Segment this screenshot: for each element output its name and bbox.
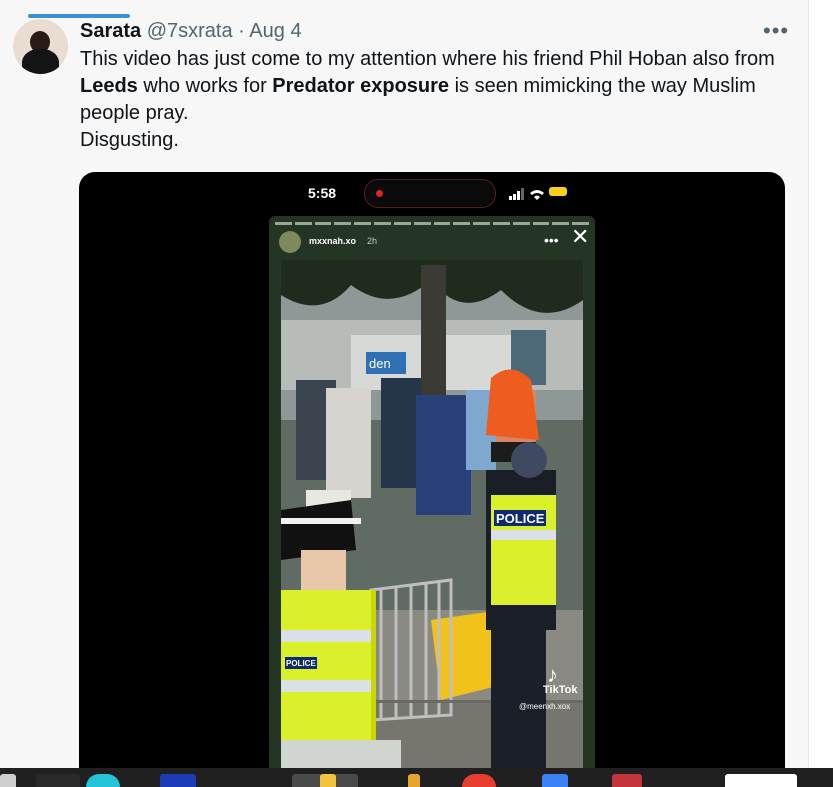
signal-icon [509, 188, 544, 200]
avatar[interactable] [13, 19, 68, 74]
taskbar-icon[interactable] [320, 774, 336, 787]
tweet-text-part: who works for [137, 75, 273, 97]
record-icon [376, 190, 383, 197]
svg-text:POLICE: POLICE [286, 659, 316, 668]
phone-time: 5:58 [308, 185, 337, 201]
more-icon[interactable]: ••• [763, 18, 789, 44]
scroll-indicator [28, 14, 130, 18]
tiktok-handle: @meenxh.xox [519, 702, 571, 711]
phone-status-bar: 5:58 [79, 172, 785, 214]
taskbar-icon[interactable] [462, 774, 496, 787]
svg-text:den: den [369, 356, 391, 371]
taskbar-icon[interactable] [86, 774, 120, 787]
tweet-text-part: This video has just come to my attention… [80, 48, 775, 70]
taskbar-icon[interactable] [725, 774, 797, 787]
taskbar-icon[interactable] [542, 774, 568, 787]
avatar-body [22, 49, 59, 74]
display-name[interactable]: Sarata [80, 20, 141, 42]
taskbar-icon[interactable] [408, 774, 420, 787]
video-media[interactable]: 5:58 mxxnah.xo 2h ••• ✕ den POLICE POLIC… [79, 172, 785, 768]
story-frame[interactable]: mxxnah.xo 2h ••• ✕ den POLICE POLICE ♪ T… [269, 216, 595, 768]
wifi-icon [530, 190, 544, 200]
tweet-header: Sarata @7sxrata · Aug 4 [80, 19, 302, 43]
tweet-text: This video has just come to my attention… [80, 46, 780, 154]
user-handle[interactable]: @7sxrata [147, 20, 233, 42]
tweet-text-bold: Predator exposure [272, 75, 450, 97]
story-time: 2h [367, 236, 378, 246]
battery-icon [549, 187, 567, 196]
tweet-date[interactable]: Aug 4 [249, 20, 301, 42]
taskbar-icon[interactable] [160, 774, 196, 787]
story-more-icon[interactable]: ••• [544, 232, 559, 248]
story-avatar[interactable] [279, 231, 301, 253]
taskbar-icon[interactable] [612, 774, 642, 787]
dynamic-island [364, 179, 496, 208]
story-progress [275, 222, 589, 225]
svg-text:POLICE: POLICE [496, 511, 545, 526]
video-scene-illustration: den POLICE POLICE [281, 260, 583, 768]
taskbar-icon[interactable] [0, 774, 16, 787]
tweet-text-line: Disgusting. [80, 129, 179, 151]
taskbar [0, 768, 833, 787]
taskbar-icon[interactable] [36, 774, 80, 787]
separator: · [238, 20, 245, 42]
tweet-card[interactable]: Sarata @7sxrata · Aug 4 ••• This video h… [0, 0, 809, 768]
video-frame: den POLICE POLICE [281, 260, 583, 768]
story-username[interactable]: mxxnah.xo [309, 236, 356, 246]
close-icon[interactable]: ✕ [571, 226, 589, 248]
tiktok-label: TikTok [543, 684, 578, 696]
tweet-text-bold: Leeds [80, 75, 138, 97]
